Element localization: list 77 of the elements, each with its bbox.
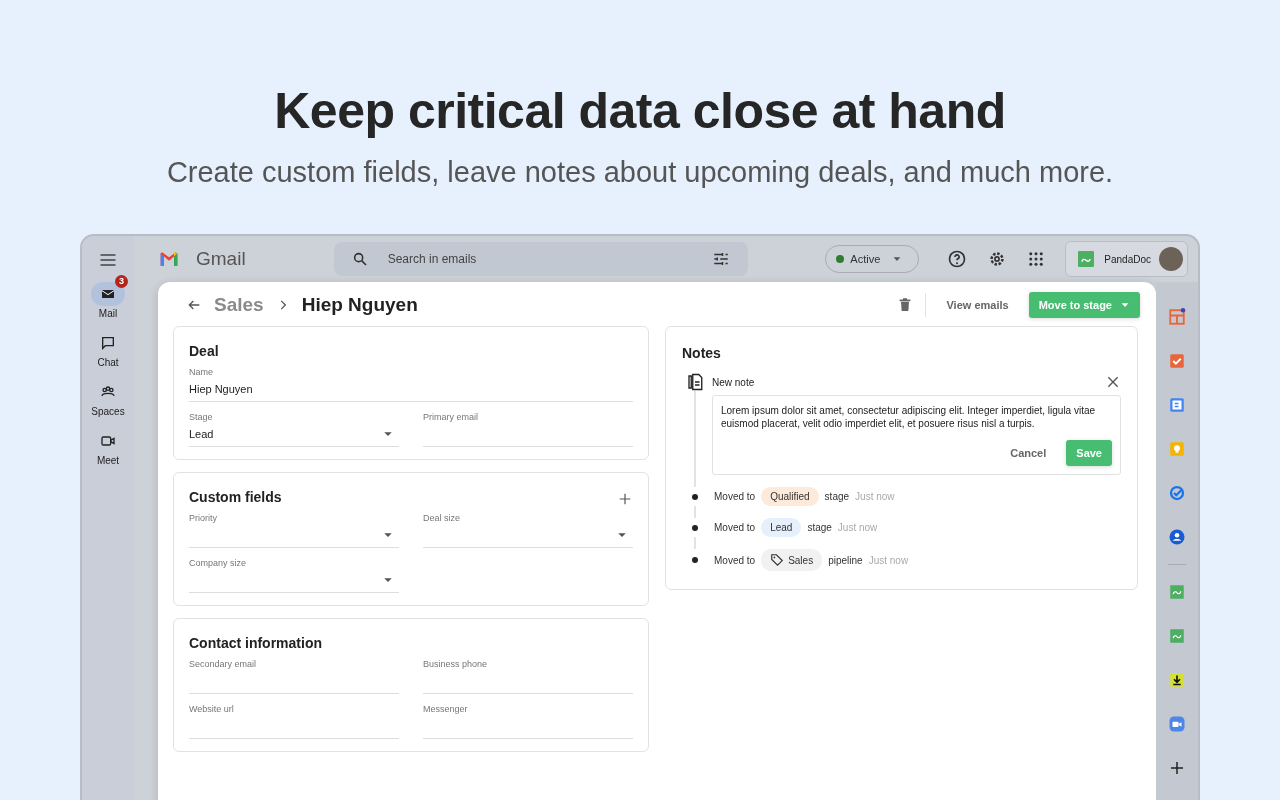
timestamp: Just now — [837, 522, 878, 533]
apps-grid-icon[interactable] — [1027, 250, 1046, 268]
help-icon[interactable] — [947, 249, 968, 269]
chat-icon — [100, 335, 116, 351]
timeline-dot — [692, 493, 698, 500]
field-label: Deal size — [423, 513, 461, 523]
history-text: stage — [824, 491, 850, 502]
note-heading: New note — [712, 376, 755, 388]
search-input[interactable]: Search in emails — [385, 251, 694, 267]
brand-square-icon — [1078, 251, 1095, 267]
history-text: Moved to — [714, 522, 756, 533]
search-field[interactable]: Search in emails — [333, 242, 748, 276]
plus-icon[interactable] — [617, 491, 633, 507]
tag-icon — [770, 553, 785, 567]
document-icon — [686, 373, 704, 391]
history-text: Moved to — [714, 554, 756, 566]
brand-square-icon[interactable] — [1168, 627, 1186, 645]
caret-icon — [892, 254, 903, 264]
check-circle-icon[interactable] — [1168, 484, 1186, 502]
avatar[interactable] — [1159, 247, 1183, 271]
cancel-button[interactable]: Cancel — [1002, 440, 1055, 466]
subheadline: Create custom fields, leave notes about upcoming deals, and much more. — [165, 155, 1115, 190]
field-label: Company size — [189, 558, 248, 568]
caret-icon — [1120, 300, 1130, 310]
note-input[interactable]: Lorem ipsum dolor sit amet, consectetur adipiscing elit. Integer imperdiet, ligula vitae euismod placerat, velit odio imperdiet elit, et posuere risus nisl a turpis. Cancel Save — [712, 395, 1121, 475]
person-icon[interactable] — [1168, 528, 1186, 546]
field-label: Business phone — [423, 659, 489, 669]
rail-label: Chat — [97, 357, 119, 368]
headline: Keep critical data close at hand — [273, 82, 1007, 140]
caret-icon — [383, 575, 393, 585]
field-label: Stage — [189, 412, 214, 422]
stage-tag: Qualified — [761, 487, 819, 506]
section-title: Contact information — [189, 635, 322, 651]
field-label: Name — [189, 367, 214, 377]
filter-icon[interactable] — [711, 250, 730, 268]
history-text: pipeline — [828, 554, 863, 566]
caret-icon — [383, 530, 393, 540]
field-label: Priority — [189, 513, 218, 523]
app-name: Gmail — [196, 248, 246, 270]
rail-label: Meet — [96, 455, 120, 466]
stage-tag: Lead — [761, 518, 802, 537]
field-label: Secondary email — [189, 659, 258, 669]
section-title: Custom fields — [189, 489, 282, 505]
grid-icon[interactable] — [1168, 308, 1186, 326]
pipeline-tag: Sales — [761, 549, 823, 571]
field-label: Messenger — [423, 704, 469, 714]
caret-icon — [383, 429, 393, 439]
video-camera-icon[interactable] — [1168, 715, 1186, 733]
timeline-dot — [692, 557, 698, 563]
history-text: stage — [807, 522, 832, 533]
page-title: Hiep Nguyen — [301, 294, 418, 316]
rail-label: Spaces — [91, 406, 125, 417]
timestamp: Just now — [868, 554, 909, 566]
calendar-icon[interactable] — [1168, 396, 1186, 414]
view-emails-button[interactable]: View emails — [938, 293, 1017, 317]
brand-square-icon[interactable] — [1168, 583, 1186, 601]
close-icon[interactable] — [1105, 374, 1121, 390]
input-field[interactable]: Hiep Nguyen — [189, 377, 633, 402]
field-label: Website url — [189, 704, 235, 714]
caret-icon — [617, 530, 627, 540]
history-text: Moved to — [714, 491, 756, 502]
search-icon — [351, 251, 368, 267]
account-chip[interactable]: PandaDoc — [1065, 241, 1188, 277]
section-title: Notes — [682, 345, 722, 361]
rail-button[interactable] — [91, 282, 125, 306]
video-camera-icon — [100, 433, 116, 449]
section-title: Deal — [189, 343, 219, 359]
download-icon[interactable] — [1168, 671, 1186, 689]
dropdown-field[interactable]: Lead — [189, 422, 399, 447]
rail-label: Mail — [98, 308, 118, 319]
account-label: PandaDoc — [1104, 253, 1151, 265]
unread-count: 3 — [115, 275, 128, 288]
plus-icon[interactable] — [1168, 759, 1186, 777]
timestamp: Just now — [855, 491, 895, 502]
checkbox-icon[interactable] — [1168, 352, 1186, 370]
field-label: Primary email — [423, 412, 479, 422]
timeline-dot — [692, 524, 698, 531]
